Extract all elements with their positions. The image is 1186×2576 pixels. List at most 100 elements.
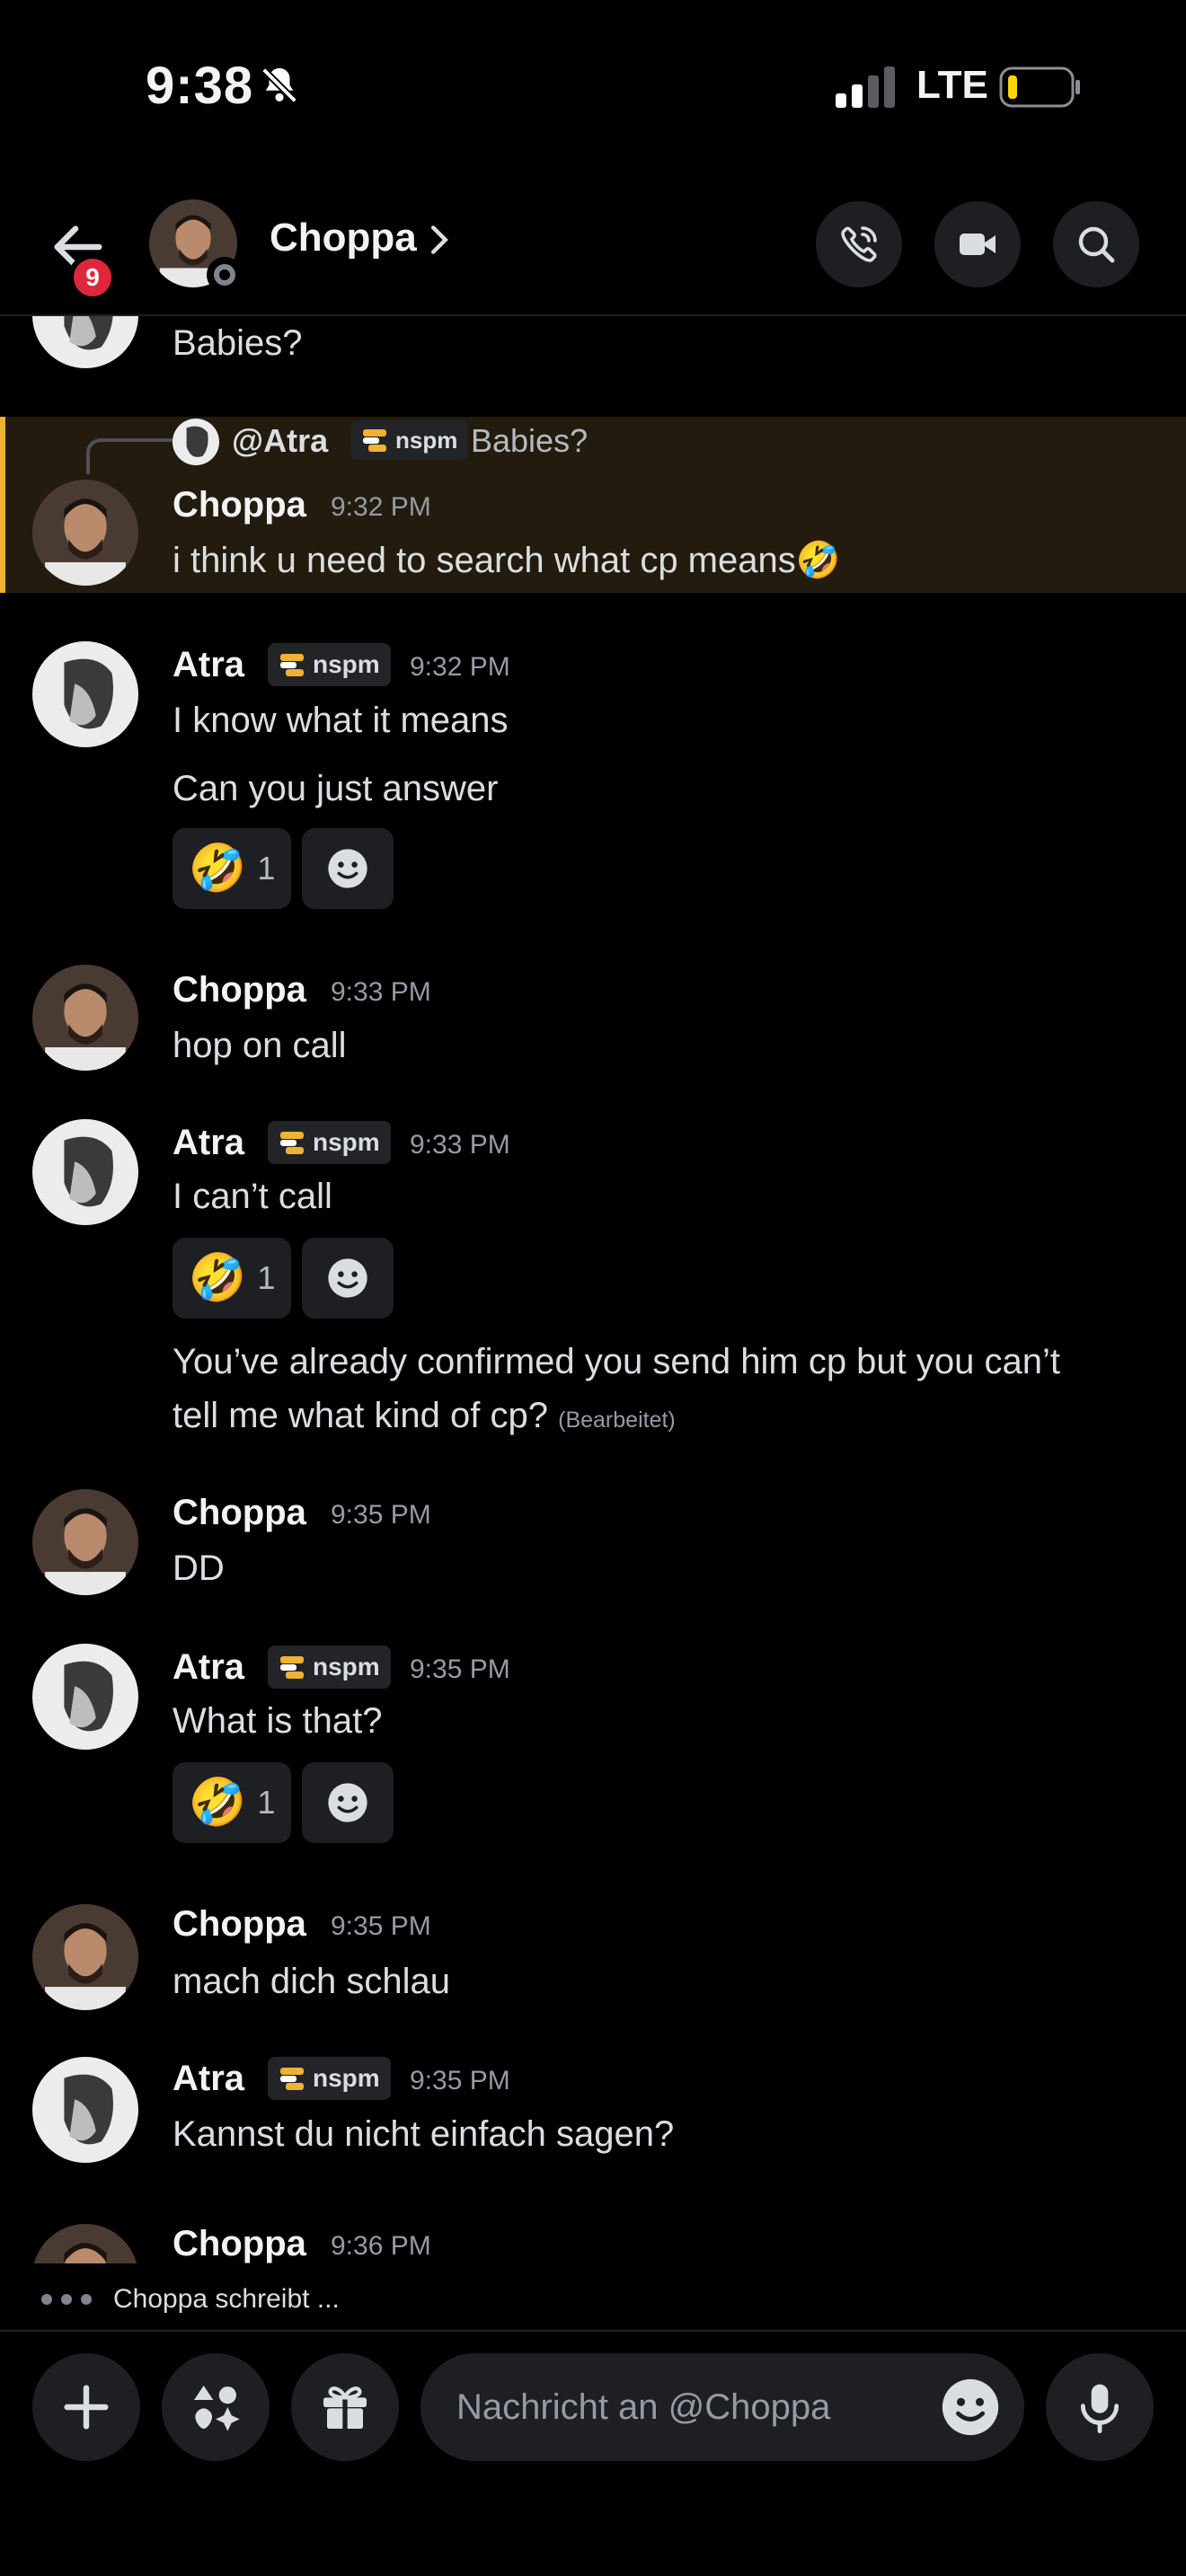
reply-avatar <box>173 419 219 465</box>
add-reaction-button[interactable] <box>302 1238 394 1319</box>
avatar[interactable] <box>32 1904 138 2010</box>
reaction-count: 1 <box>257 1259 276 1296</box>
reaction-emoji: 🤣 <box>188 1777 247 1829</box>
guild-tag: nspm <box>350 420 469 460</box>
microphone-icon <box>1080 2384 1120 2434</box>
message-text: mach dich schlau <box>173 1962 451 2001</box>
message-author[interactable]: Atra <box>173 2059 244 2099</box>
message-author[interactable]: Choppa <box>173 2224 306 2264</box>
avatar[interactable] <box>32 641 138 747</box>
message-author[interactable]: Choppa <box>173 970 306 1010</box>
message-author[interactable]: Atra <box>173 645 244 685</box>
message-text: hop on call <box>173 1026 347 1065</box>
message-time: 9:35 PM <box>410 1654 510 1684</box>
gift-icon <box>323 2386 367 2429</box>
reaction-button[interactable]: 🤣 1 <box>173 1762 291 1843</box>
gift-button[interactable] <box>291 2353 399 2461</box>
guild-tag: nspm <box>268 1645 391 1689</box>
avatar[interactable] <box>32 1644 138 1750</box>
typing-dot <box>41 2294 52 2305</box>
avatar[interactable] <box>32 965 138 1071</box>
emoji-icon <box>328 1258 367 1298</box>
add-attachment-button[interactable] <box>32 2353 140 2461</box>
tag-icon <box>280 1656 304 1679</box>
reply-author[interactable]: @Atra <box>232 422 328 460</box>
message-text: tell me what kind of cp? (Bearbeitet) <box>173 1396 676 1435</box>
typing-text: Choppa schreibt ... <box>113 2284 340 2314</box>
message-text: I can’t call <box>173 1177 332 1216</box>
typing-indicator: Choppa schreibt ... <box>41 2277 340 2322</box>
reaction-count: 1 <box>257 850 276 887</box>
battery-icon <box>999 66 1080 108</box>
tag-icon <box>363 429 386 452</box>
reply-text: Babies? <box>471 422 589 459</box>
search-button[interactable] <box>1053 201 1139 287</box>
reaction-count: 1 <box>257 1784 276 1821</box>
message-author[interactable]: Choppa <box>173 485 306 525</box>
message-time: 9:35 PM <box>331 1911 431 1941</box>
bell-muted-icon <box>260 66 299 105</box>
message-time: 9:32 PM <box>410 652 510 682</box>
reaction-button[interactable]: 🤣 1 <box>173 828 291 909</box>
tag-icon <box>280 654 304 676</box>
guild-tag: nspm <box>268 1121 391 1164</box>
offline-status-icon <box>207 257 243 293</box>
reaction-button[interactable]: 🤣 1 <box>173 1238 291 1319</box>
status-bar: 9:38 LTE <box>0 0 1186 180</box>
reaction-emoji: 🤣 <box>188 1252 247 1304</box>
avatar[interactable] <box>32 1119 138 1225</box>
voice-call-button[interactable] <box>816 201 902 287</box>
message-list[interactable]: Babies? @Atra nspm Babies? Choppa 9:32 P… <box>0 316 1186 2272</box>
tag-icon <box>280 2068 304 2090</box>
emoji-icon <box>328 1783 367 1822</box>
avatar[interactable] <box>32 1489 138 1595</box>
reply-connector <box>86 438 173 474</box>
message-time: 9:35 PM <box>410 2066 510 2095</box>
guild-tag: nspm <box>268 2057 391 2100</box>
message-time: 9:33 PM <box>331 977 431 1007</box>
signal-icon <box>836 66 895 108</box>
video-call-button[interactable] <box>934 201 1021 287</box>
unread-badge: 9 <box>68 253 117 302</box>
emoji-icon[interactable] <box>940 2377 1001 2438</box>
avatar[interactable] <box>32 480 138 586</box>
message-text: i think u need to search what cp means🤣 <box>173 541 841 580</box>
message-text: Can you just answer <box>173 769 499 808</box>
voice-message-button[interactable] <box>1046 2353 1154 2461</box>
conversation-name[interactable]: Choppa <box>270 216 417 260</box>
typing-dot <box>81 2294 92 2305</box>
avatar[interactable] <box>32 2057 138 2163</box>
search-icon <box>1078 226 1115 263</box>
emoji-icon <box>328 849 367 888</box>
add-reaction-button[interactable] <box>302 828 394 909</box>
tag-icon <box>280 1132 304 1154</box>
message-text: Babies? <box>173 323 303 363</box>
reaction-emoji: 🤣 <box>188 842 247 895</box>
chat-header: 9 Choppa <box>0 180 1186 316</box>
message-author[interactable]: Choppa <box>173 1493 306 1533</box>
add-reaction-button[interactable] <box>302 1762 394 1843</box>
avatar[interactable] <box>32 316 138 368</box>
message-time: 9:33 PM <box>410 1130 510 1160</box>
composer-divider <box>0 2330 1186 2332</box>
plus-icon <box>64 2385 109 2430</box>
typing-dot <box>61 2294 72 2305</box>
message-time: 9:35 PM <box>331 1500 431 1530</box>
message-text: DD <box>173 1548 225 1588</box>
phone-call-icon <box>841 226 877 262</box>
edited-label: (Bearbeitet) <box>558 1407 676 1433</box>
status-time: 9:38 <box>146 57 254 115</box>
chevron-right-icon[interactable] <box>429 225 449 255</box>
message-input[interactable] <box>420 2353 1024 2461</box>
message-author[interactable]: Choppa <box>173 1904 306 1945</box>
message-text: You’ve already confirmed you send him cp… <box>173 1342 1060 1381</box>
message-time: 9:32 PM <box>331 492 431 522</box>
network-type: LTE <box>916 63 988 107</box>
message-text: I know what it means <box>173 701 509 740</box>
message-text: What is that? <box>173 1701 383 1741</box>
message-author[interactable]: Atra <box>173 1123 244 1163</box>
video-camera-icon <box>960 234 996 255</box>
message-text: Kannst du nicht einfach sagen? <box>173 2114 675 2154</box>
message-author[interactable]: Atra <box>173 1647 244 1688</box>
apps-button[interactable] <box>162 2353 270 2461</box>
